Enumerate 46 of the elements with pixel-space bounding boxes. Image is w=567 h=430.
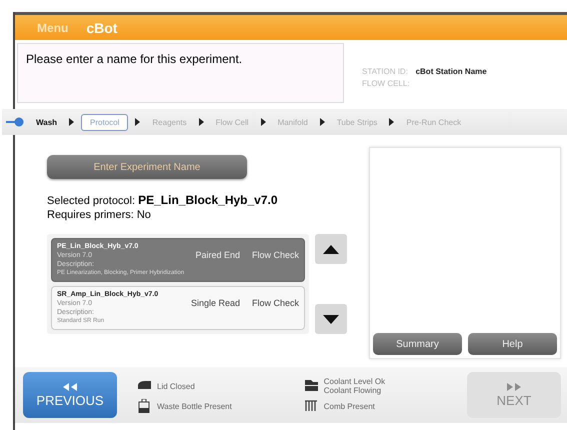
enter-name-button[interactable]: Enter Experiment Name [47,155,247,179]
step-tab[interactable]: Pre-Run Check [401,114,466,130]
primers-value: No [136,209,151,221]
step-tab[interactable]: Protocol [81,114,128,130]
step-tab[interactable]: Tube Strips [332,114,382,130]
coolant-icon [304,379,319,393]
bottle-icon [137,399,152,413]
arrow-icon [198,118,204,126]
primers-label: Requires primers: [47,209,135,221]
up-arrow-icon [323,244,339,254]
side-button[interactable]: Summary [373,333,462,355]
step-tab[interactable]: Flow Cell [210,114,254,130]
comb-icon [304,399,319,413]
status-text: Waste Bottle Present [157,402,232,410]
step-tab[interactable]: Wash [31,114,62,130]
check-type: Flow Check [252,299,299,308]
previous-button[interactable]: PREVIOUS [23,372,117,418]
arrow-icon [320,118,325,126]
step-tab[interactable]: Reagents [147,114,192,130]
scroll-down-button[interactable] [315,304,347,334]
arrow-icon [69,118,74,126]
arrow-icon [260,118,266,126]
station-id-label: STATION ID: [362,67,409,76]
flow-cell-label: FLOW CELL: [362,79,410,88]
arrow-icon [389,118,394,126]
read-type: Paired End [195,251,240,260]
status-text: Coolant Level Ok [324,377,386,386]
status-text: Lid Closed [157,382,195,390]
app-title: cBot [86,20,118,36]
arrow-icon [135,118,140,126]
check-type: Flow Check [252,251,299,260]
scroll-up-button[interactable] [315,234,347,264]
wash-icon [6,117,24,127]
message-box: Please enter a name for this experiment. [17,43,344,103]
menu-link[interactable]: Menu [37,20,68,34]
status-text: Coolant Flowing [324,386,382,395]
selected-protocol-label: Selected protocol: [47,195,136,207]
down-arrow-icon [323,314,339,324]
station-name: cBot Station Name [416,67,487,76]
side-button[interactable]: Help [468,333,557,355]
step-tab[interactable]: Manifold [272,114,313,130]
read-type: Single Read [190,299,240,308]
double-left-icon [63,382,77,390]
status-text: Comb Present [324,402,375,410]
double-right-icon [507,382,521,390]
selected-protocol-value: PE_Lin_Block_Hyb_v7.0 [138,193,278,207]
